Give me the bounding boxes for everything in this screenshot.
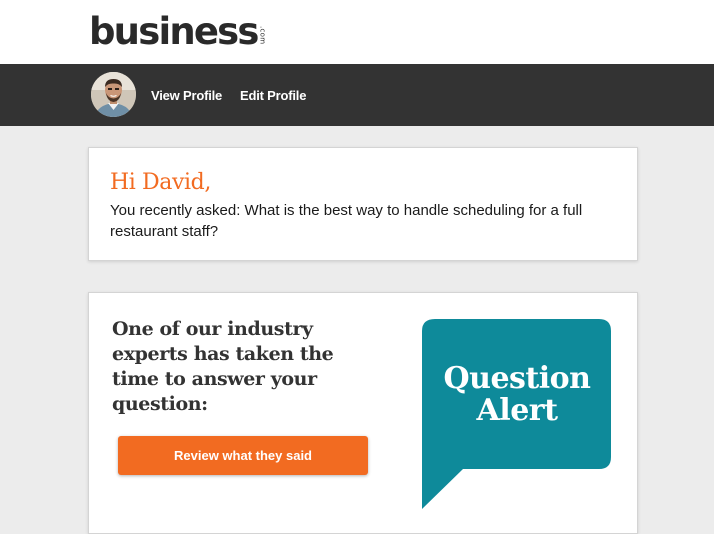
business-logo[interactable]: business .com xyxy=(89,10,267,54)
top-header: business .com xyxy=(0,0,714,64)
alert-heading: One of our industry experts has taken th… xyxy=(112,318,334,415)
logo-tld: .com xyxy=(258,26,267,45)
profile-navbar: View Profile Edit Profile xyxy=(0,64,714,126)
edit-profile-link[interactable]: Edit Profile xyxy=(240,88,306,103)
logo-wordmark: business xyxy=(89,10,259,53)
answer-alert-card: One of our industry experts has taken th… xyxy=(88,292,638,534)
greeting-title: Hi David, xyxy=(110,170,211,195)
bubble-line-question: Question xyxy=(443,361,592,396)
question-summary: You recently asked: What is the best way… xyxy=(110,202,583,240)
greeting-card: Hi David, You recently asked: What is th… xyxy=(88,147,638,261)
bubble-line-alert: Alert xyxy=(476,393,558,428)
user-avatar-icon xyxy=(91,72,136,117)
view-profile-link[interactable]: View Profile xyxy=(151,88,222,103)
avatar[interactable] xyxy=(91,72,136,117)
question-alert-label: Question Alert xyxy=(421,363,613,427)
question-alert-bubble: Question Alert xyxy=(421,317,613,517)
review-answer-button[interactable]: Review what they said xyxy=(118,436,368,475)
